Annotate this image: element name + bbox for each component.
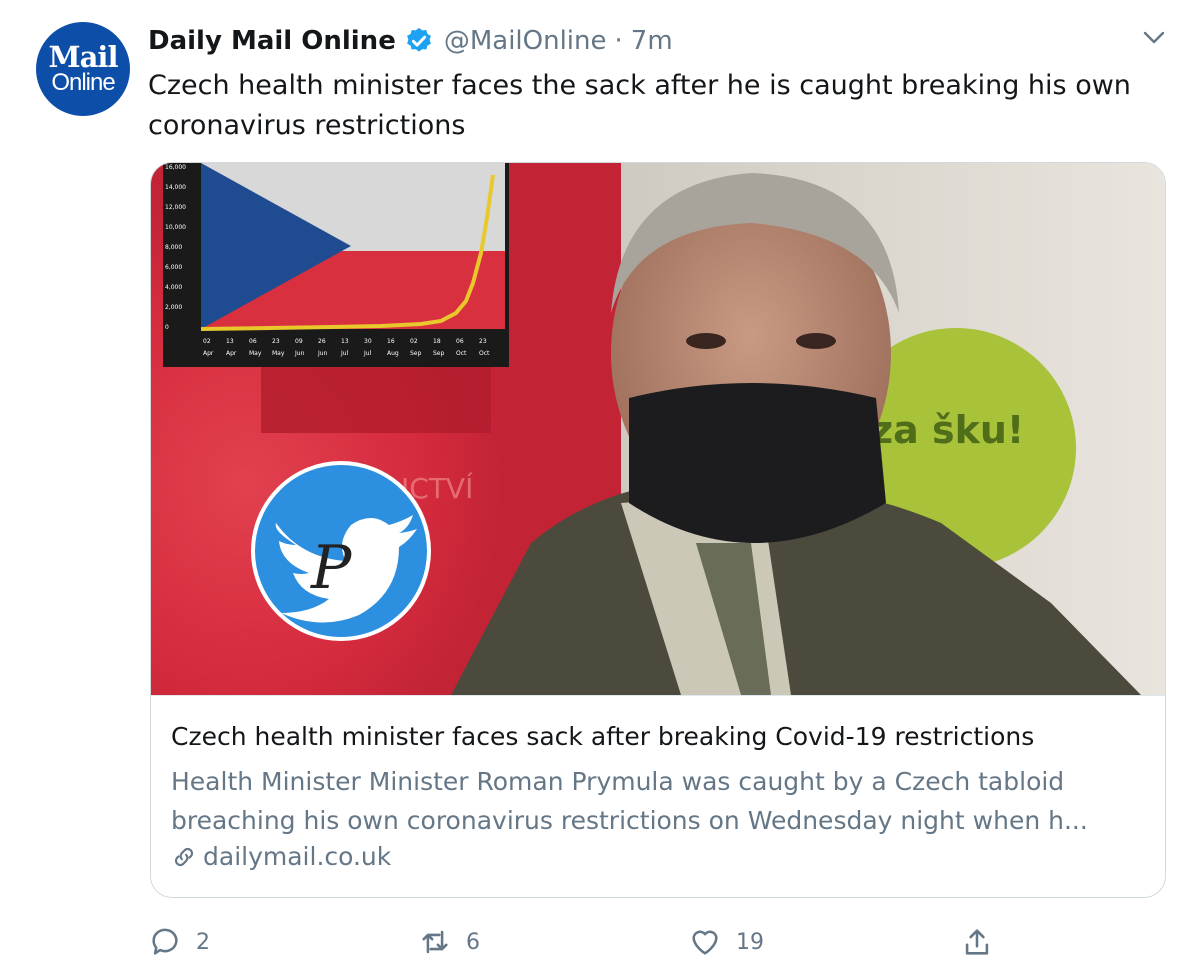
svg-text:23: 23 (272, 338, 280, 345)
svg-text:6,000: 6,000 (165, 264, 182, 271)
reply-count: 2 (196, 929, 210, 955)
svg-text:13: 13 (226, 338, 234, 345)
svg-text:P: P (310, 533, 353, 603)
svg-text:4,000: 4,000 (165, 284, 182, 291)
card-title[interactable]: Czech health minister faces sack after b… (171, 722, 1034, 751)
svg-text:May: May (272, 350, 285, 357)
retweet-icon (422, 930, 448, 954)
card-image[interactable]: ICTVÍ za šku! 16,000 14,000 12,000 10,00… (151, 163, 1165, 695)
twitter-bird-icon: P (251, 461, 431, 641)
svg-text:14,000: 14,000 (165, 184, 186, 191)
retweet-count: 6 (466, 929, 480, 955)
tweet-actions: 2 6 19 (148, 920, 1008, 964)
svg-text:06: 06 (456, 338, 464, 345)
svg-text:18: 18 (433, 338, 441, 345)
card-link[interactable]: dailymail.co.uk (171, 842, 391, 871)
like-icon (692, 930, 718, 955)
svg-text:09: 09 (295, 338, 303, 345)
svg-text:23: 23 (479, 338, 487, 345)
svg-text:Oct: Oct (456, 350, 467, 357)
svg-text:2,000: 2,000 (165, 304, 182, 311)
account-handle[interactable]: @MailOnline (444, 26, 607, 56)
svg-text:13: 13 (341, 338, 349, 345)
tweet-text: Czech health minister faces the sack aft… (148, 70, 1131, 141)
reply-icon (152, 928, 178, 955)
header-separator: · (614, 26, 623, 56)
account-name[interactable]: Daily Mail Online (148, 26, 396, 56)
svg-text:8,000: 8,000 (165, 244, 182, 251)
svg-text:26: 26 (318, 338, 326, 345)
svg-text:16: 16 (387, 338, 395, 345)
inset-chart: 16,000 14,000 12,000 10,000 8,000 6,000 … (163, 163, 509, 367)
like-count: 19 (736, 929, 764, 955)
verified-badge-icon (406, 27, 431, 52)
svg-text:10,000: 10,000 (165, 224, 186, 231)
card-domain[interactable]: dailymail.co.uk (203, 842, 391, 871)
avatar-text-online: Online (51, 69, 115, 96)
svg-text:Jul: Jul (363, 350, 372, 357)
svg-text:Jun: Jun (294, 350, 305, 357)
link-card[interactable]: ICTVÍ za šku! 16,000 14,000 12,000 10,00… (150, 162, 1166, 898)
svg-text:0: 0 (165, 324, 169, 331)
svg-text:Sep: Sep (410, 350, 422, 357)
background-sign-text: za šku! (871, 408, 1024, 452)
avatar-text-mail: Mail (48, 40, 119, 74)
share-button[interactable] (960, 920, 1008, 964)
svg-text:02: 02 (203, 338, 211, 345)
retweet-button[interactable]: 6 (418, 920, 480, 964)
svg-text:Jun: Jun (317, 350, 328, 357)
svg-text:Oct: Oct (479, 350, 490, 357)
svg-text:02: 02 (410, 338, 418, 345)
share-icon (965, 929, 989, 955)
svg-text:30: 30 (364, 338, 372, 345)
svg-text:12,000: 12,000 (165, 204, 186, 211)
svg-text:May: May (249, 350, 262, 357)
like-button[interactable]: 19 (688, 920, 764, 964)
card-body[interactable]: Czech health minister faces sack after b… (151, 695, 1165, 897)
svg-text:16,000: 16,000 (165, 164, 186, 171)
avatar[interactable]: Mail Online (36, 22, 130, 116)
chevron-down-icon[interactable] (1140, 26, 1168, 48)
tweet-timestamp[interactable]: 7m (631, 26, 673, 56)
svg-text:Sep: Sep (433, 350, 445, 357)
tweet-header: Daily Mail Online @MailOnline · 7m (148, 24, 673, 58)
svg-text:Apr: Apr (226, 350, 237, 357)
link-icon (174, 847, 194, 866)
card-description: Health Minister Minister Roman Prymula w… (171, 767, 1088, 835)
svg-text:06: 06 (249, 338, 257, 345)
svg-text:Aug: Aug (387, 350, 399, 357)
svg-text:Apr: Apr (203, 350, 214, 357)
reply-button[interactable]: 2 (148, 920, 210, 964)
svg-text:Jul: Jul (340, 350, 349, 357)
